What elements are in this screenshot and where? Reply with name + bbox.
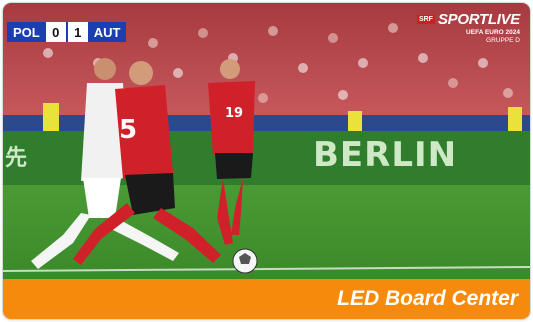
away-team: AUT	[87, 22, 127, 42]
home-score: 0	[45, 22, 66, 42]
pitch	[3, 185, 530, 279]
sportlive-wordmark: SPORTLIVE	[437, 11, 520, 28]
jersey-number-five: 5	[119, 115, 137, 145]
stadium-board-city: BERLIN	[313, 135, 458, 175]
srf-badge: SRF	[416, 15, 435, 24]
event-label: UEFA EURO 2024	[466, 29, 520, 36]
away-score: 1	[67, 22, 88, 42]
broadcaster-logo: SRF SPORTLIVE UEFA EURO 2024 GRUPPE D	[416, 11, 520, 44]
group-label: GRUPPE D	[486, 37, 520, 44]
scoreboard: POL 0 1 AUT	[7, 22, 127, 42]
title-banner[interactable]: LED Board Center	[3, 279, 530, 319]
home-team: POL	[7, 22, 46, 42]
svg-text:先: 先	[5, 146, 27, 171]
content-card[interactable]: 先 5 19 BERLIN POL 0 1 AUT SRF SPORTLIVE …	[3, 3, 530, 319]
jersey-number-nineteen: 19	[225, 106, 243, 121]
banner-title: LED Board Center	[337, 287, 518, 310]
